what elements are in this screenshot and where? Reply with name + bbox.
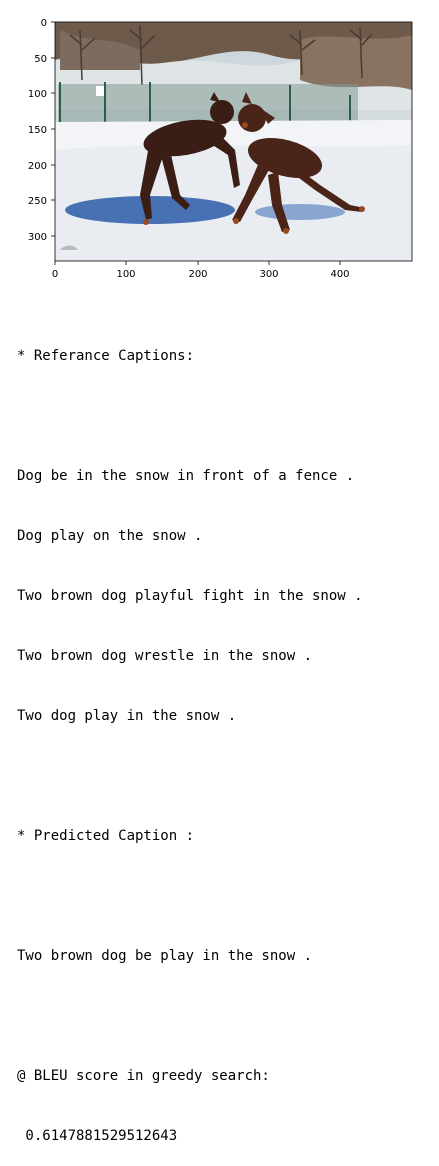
y-tick-label: 150 (28, 125, 47, 136)
x-tick-label: 200 (188, 269, 207, 280)
y-tick-label: 250 (28, 196, 47, 207)
y-tick-label: 200 (28, 161, 47, 172)
dogs-photo (55, 22, 412, 261)
predicted-caption-header: * Predicted Caption : (17, 828, 195, 844)
x-tick-label: 400 (330, 269, 349, 280)
y-tick-label: 0 (41, 18, 47, 29)
x-tick-label: 300 (259, 269, 278, 280)
cell-output-text: * Referance Captions: Dog be in the snow… (17, 306, 437, 1166)
predicted-caption: Two brown dog be play in the snow . (17, 948, 313, 964)
reference-caption: Dog be in the snow in front of a fence . (17, 468, 355, 484)
reference-caption: Two dog play in the snow . (17, 708, 237, 724)
y-tick-label: 300 (28, 232, 47, 243)
bleu-score-value: 0.6147881529512643 (17, 1128, 178, 1144)
y-tick-label: 100 (28, 89, 47, 100)
image-axes: 0 50 100 150 200 250 300 0 100 200 300 4… (28, 18, 413, 280)
bleu-score-label: @ BLEU score in greedy search: (17, 1068, 270, 1084)
image-plot: 0 50 100 150 200 250 300 0 100 200 300 4… (0, 0, 439, 290)
y-tick-label: 50 (34, 54, 47, 65)
x-tick-label: 100 (116, 269, 135, 280)
reference-captions-header: * Referance Captions: (17, 348, 195, 364)
reference-caption: Two brown dog playful fight in the snow … (17, 588, 363, 604)
x-tick-label: 0 (52, 269, 58, 280)
reference-caption: Dog play on the snow . (17, 528, 203, 544)
reference-caption: Two brown dog wrestle in the snow . (17, 648, 313, 664)
